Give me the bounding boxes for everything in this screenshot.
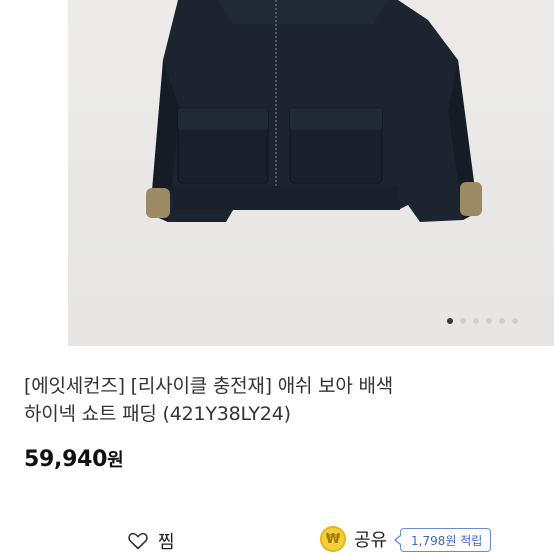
gallery-pagination[interactable] xyxy=(447,318,518,324)
gallery-dot[interactable] xyxy=(473,318,479,324)
share-label: 공유 xyxy=(354,530,388,551)
product-title-line2: 하이넥 쇼트 패딩 (421Y38LY24) xyxy=(24,403,291,425)
product-action-bar: 찜 ₩ 공유 1,798원 적립 xyxy=(0,522,554,554)
reward-text: 1,798원 적립 xyxy=(411,533,483,548)
heart-icon xyxy=(128,532,148,550)
gallery-dot[interactable] xyxy=(499,318,505,324)
price-unit: 원 xyxy=(107,450,124,471)
wish-label: 찜 xyxy=(158,532,175,553)
price-amount: 59,940 xyxy=(24,447,108,472)
reward-points-badge: 1,798원 적립 xyxy=(393,528,492,552)
gallery-dot[interactable] xyxy=(460,318,466,324)
gallery-dot[interactable] xyxy=(512,318,518,324)
gallery-dot[interactable] xyxy=(447,318,453,324)
coin-symbol: ₩ xyxy=(325,531,341,547)
share-button[interactable]: ₩ 공유 xyxy=(320,526,387,552)
won-coin-icon: ₩ xyxy=(320,526,346,552)
product-image-gallery[interactable] xyxy=(0,0,554,346)
product-price: 59,940원 xyxy=(24,446,124,472)
wish-button[interactable]: 찜 xyxy=(128,528,175,554)
product-title: [에잇세컨즈] [리사이클 충전재] 애쉬 보아 배색 하이넥 쇼트 패딩 (4… xyxy=(24,372,534,428)
product-title-line1: [에잇세컨즈] [리사이클 충전재] 애쉬 보아 배색 xyxy=(24,375,394,397)
gallery-dot[interactable] xyxy=(486,318,492,324)
product-photo-jacket[interactable] xyxy=(68,0,554,346)
